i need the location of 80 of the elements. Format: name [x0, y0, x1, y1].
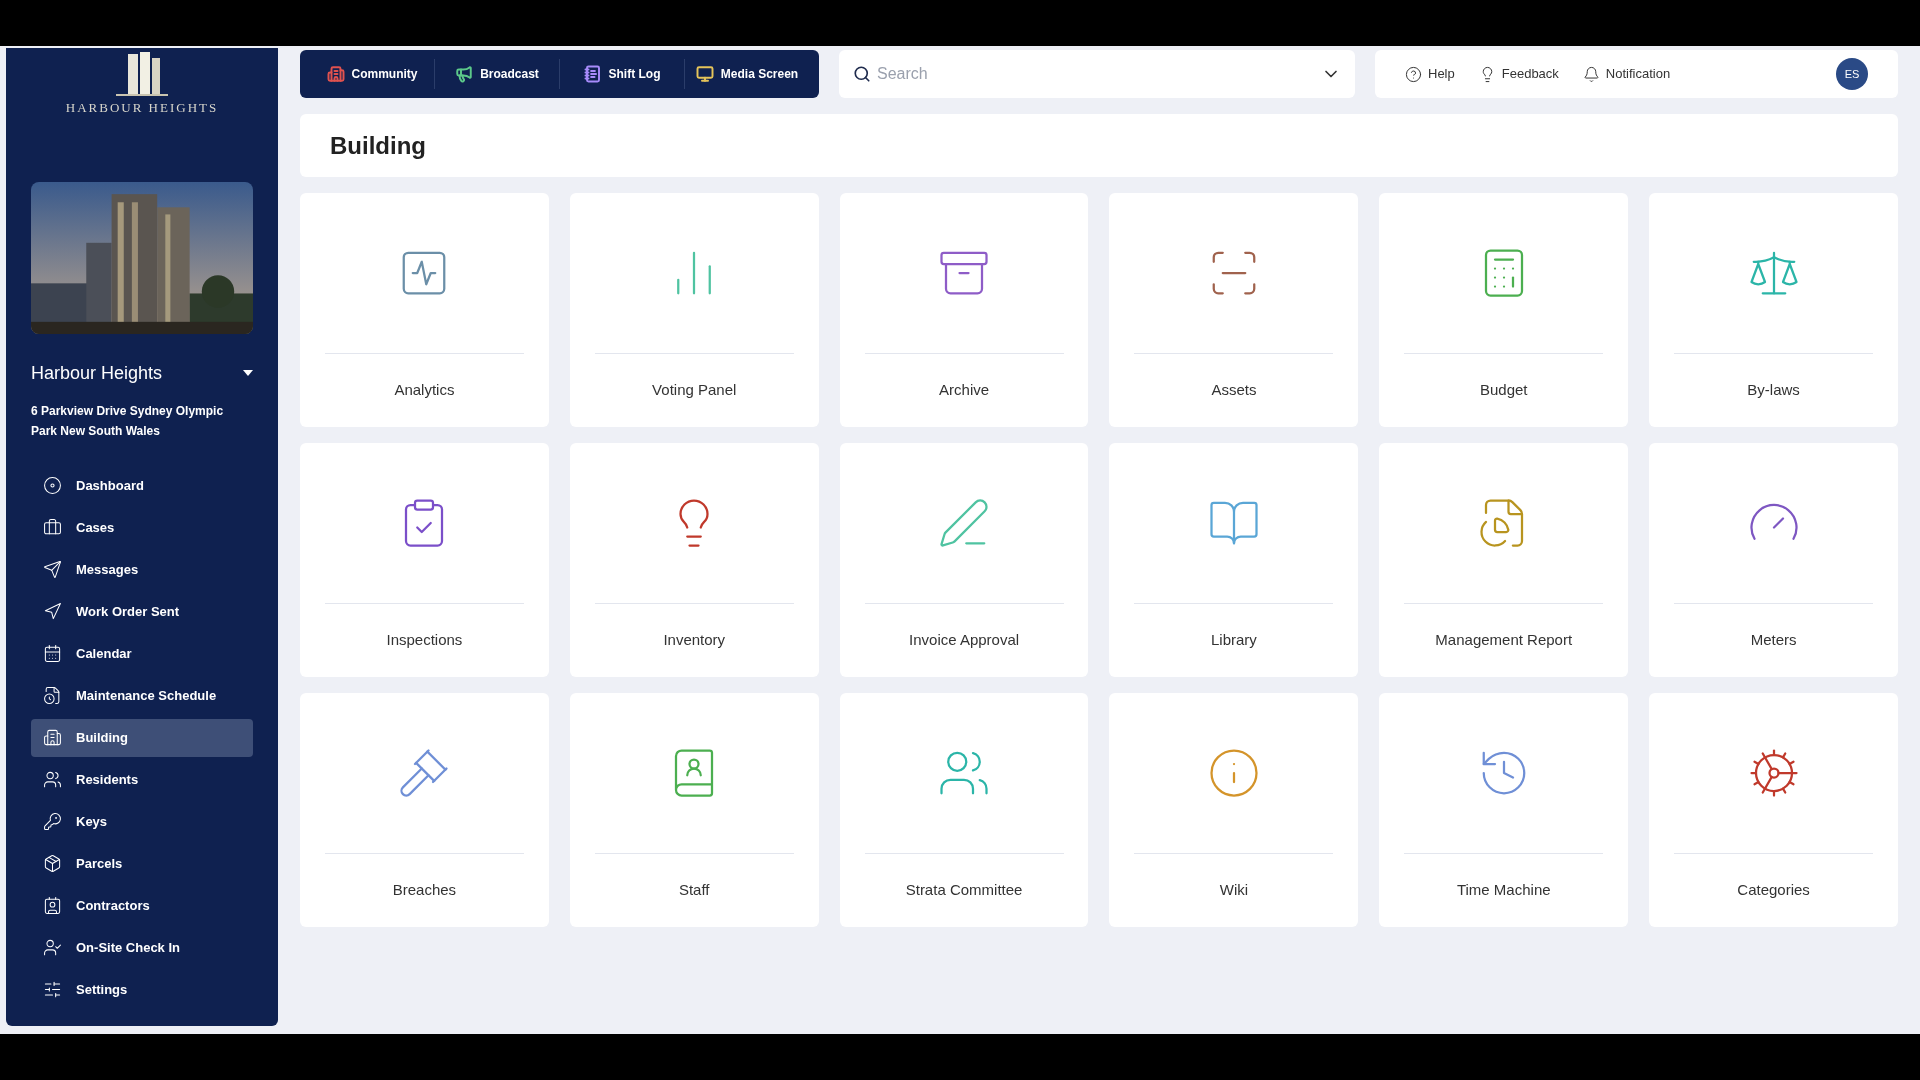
sidebar-item[interactable]: Messages — [31, 550, 253, 589]
top-tab[interactable]: Broadcast — [435, 65, 559, 83]
module-tile[interactable]: Assets — [1109, 193, 1359, 427]
tile-label: Voting Panel — [652, 380, 737, 401]
sidebar-item[interactable]: Contractors — [31, 886, 253, 925]
module-tile[interactable]: Archive — [839, 193, 1089, 427]
property-name: Harbour Heights — [31, 361, 163, 385]
sidebar-item[interactable]: Residents — [31, 760, 253, 799]
sidebar-item[interactable]: Building — [31, 718, 253, 757]
tile-label: Invoice Approval — [909, 630, 1020, 651]
tile-label: By-laws — [1747, 380, 1800, 401]
sliders-icon — [43, 980, 62, 999]
calendar-icon — [43, 644, 62, 663]
module-tile[interactable]: Staff — [569, 693, 819, 927]
header-link[interactable]: Notification — [1582, 64, 1671, 84]
help-icon — [1405, 65, 1422, 83]
module-tile[interactable]: By-laws — [1649, 193, 1898, 427]
search-input[interactable]: Search — [877, 62, 1315, 86]
module-tile[interactable]: Categories — [1649, 693, 1898, 927]
tile-label: Categories — [1737, 880, 1810, 901]
sidebar-item[interactable]: Cases — [31, 508, 253, 547]
file-clock-icon — [43, 686, 62, 705]
sidebar-item[interactable]: Work Order Sent — [31, 592, 253, 631]
property-address: 6 Parkview Drive Sydney Olympic Park New South Wales — [31, 402, 225, 440]
tile-label: Analytics — [394, 380, 455, 401]
sidebar-item[interactable]: Settings — [31, 970, 253, 1009]
building-icon — [43, 728, 62, 747]
sidebar-item[interactable]: On-Site Check In — [31, 928, 253, 967]
tile-label: Assets — [1211, 380, 1257, 401]
tile-label: Inventory — [663, 630, 726, 651]
sidebar-item[interactable]: Calendar — [31, 634, 253, 673]
module-tile[interactable]: Management Report — [1379, 443, 1629, 677]
sidebar-item[interactable]: Keys — [31, 802, 253, 841]
tile-label: Strata Committee — [905, 880, 1023, 901]
tile-label: Wiki — [1219, 880, 1249, 901]
package-icon — [43, 854, 62, 873]
module-tile[interactable]: Time Machine — [1379, 693, 1629, 927]
sidebar-item[interactable]: Maintenance Schedule — [31, 676, 253, 715]
tile-label: Inspections — [386, 630, 463, 651]
briefcase-icon — [43, 518, 62, 537]
tile-label: Staff — [678, 880, 710, 901]
search-icon — [853, 65, 871, 83]
bell-icon — [1582, 65, 1600, 83]
tile-label: Breaches — [392, 880, 457, 901]
key-icon — [43, 812, 62, 831]
logo-text: HARBOUR HEIGHTS — [65, 99, 219, 117]
top-tab[interactable]: Shift Log — [560, 65, 684, 83]
module-tile[interactable]: Inventory — [569, 443, 819, 677]
send-icon — [43, 560, 62, 579]
tile-label: Budget — [1479, 380, 1528, 401]
header-link[interactable]: Feedback — [1478, 64, 1559, 84]
user-avatar[interactable]: ES — [1836, 58, 1868, 90]
page-title: Building — [330, 130, 426, 161]
top-tab[interactable]: Community — [310, 65, 434, 83]
sidebar-item[interactable]: Dashboard — [31, 466, 253, 505]
module-tile[interactable]: Strata Committee — [839, 693, 1089, 927]
module-tile[interactable]: Breaches — [300, 693, 549, 927]
tile-label: Meters — [1750, 630, 1797, 651]
dropdown-caret-icon[interactable] — [243, 370, 253, 376]
people-icon — [43, 770, 62, 789]
tile-label: Management Report — [1435, 630, 1573, 651]
module-tile[interactable]: Invoice Approval — [839, 443, 1089, 677]
module-tile[interactable]: Meters — [1649, 443, 1898, 677]
module-tile[interactable]: Budget — [1379, 193, 1629, 427]
top-tab[interactable]: Media Screen — [685, 65, 809, 83]
tile-label: Time Machine — [1456, 880, 1551, 901]
module-tile[interactable]: Voting Panel — [569, 193, 819, 427]
search-field[interactable]: Search — [839, 50, 1355, 98]
module-tile[interactable]: Inspections — [300, 443, 549, 677]
module-tile[interactable]: Library — [1109, 443, 1359, 677]
sidebar-item[interactable]: Parcels — [31, 844, 253, 883]
tile-label: Archive — [939, 380, 990, 401]
user-check-icon — [43, 938, 62, 957]
tile-label: Library — [1210, 630, 1257, 651]
module-tile[interactable]: Wiki — [1109, 693, 1359, 927]
navigation-icon — [43, 602, 62, 621]
header-link[interactable]: Help — [1405, 64, 1455, 84]
id-card-icon — [43, 896, 62, 915]
module-tile[interactable]: Analytics — [300, 193, 549, 427]
disc-icon — [43, 476, 62, 495]
